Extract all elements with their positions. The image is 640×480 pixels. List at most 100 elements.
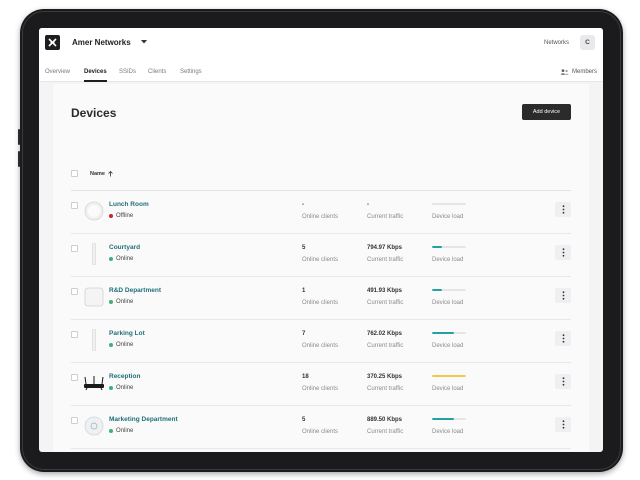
row-checkbox[interactable]	[71, 417, 78, 424]
current-traffic-value: 762.02 Kbps	[367, 331, 403, 337]
status-label: Online	[116, 342, 134, 348]
more-options-button[interactable]	[555, 374, 571, 389]
device-load-fill	[432, 418, 455, 420]
tablet-side-button	[18, 129, 20, 145]
device-name-link[interactable]: Reception	[109, 373, 140, 380]
status-badge: Offline	[109, 213, 133, 219]
device-load-bar	[432, 246, 466, 248]
organization-name[interactable]: Amer Networks	[72, 38, 131, 47]
more-options-button[interactable]	[555, 417, 571, 432]
device-load-label: Device load	[432, 257, 464, 263]
status-label: Online	[116, 299, 134, 305]
ceiling-access-point-icon	[83, 415, 105, 437]
table-row[interactable]: R&D Department Online 1 Online clients 491.9…	[71, 277, 571, 320]
networks-link[interactable]: Networks	[544, 40, 569, 46]
online-clients-label: Online clients	[302, 257, 339, 263]
tablet-frame: Amer Networks Networks C Overview Device…	[18, 9, 623, 472]
status-badge: Online	[109, 385, 133, 391]
tab-bar: Overview Devices SSIDs Clients Settings …	[39, 64, 603, 82]
online-clients-value: 18	[302, 374, 309, 380]
table-row[interactable]: Parking Lot Online 7 Online clients 762.02 K…	[71, 320, 571, 363]
members-icon	[560, 69, 569, 75]
members-link[interactable]: Members	[560, 69, 597, 75]
tab-overview[interactable]: Overview	[45, 69, 70, 75]
online-clients-label: Online clients	[302, 386, 339, 392]
user-avatar[interactable]: C	[580, 35, 595, 50]
device-load-label: Device load	[432, 343, 464, 349]
current-traffic-value: 794.97 Kbps	[367, 245, 403, 251]
select-all-checkbox[interactable]	[71, 170, 78, 177]
top-bar: Amer Networks Networks C	[39, 28, 603, 64]
more-vertical-icon	[562, 291, 564, 300]
status-badge: Online	[109, 299, 133, 305]
table-row[interactable]: Marketing Department Online 5 Online client…	[71, 406, 571, 449]
status-dot	[109, 300, 113, 304]
status-dot	[109, 214, 113, 218]
device-load-fill	[432, 332, 455, 334]
tab-settings[interactable]: Settings	[180, 69, 202, 75]
row-checkbox[interactable]	[71, 202, 78, 209]
name-column-label: Name	[90, 171, 105, 177]
table-row[interactable]: Courtyard Online 5 Online clients 794.97 Kbp…	[71, 234, 571, 277]
table-row[interactable]: Reception Online 18 Online clients 370.25 Kb…	[71, 363, 571, 406]
tab-ssids[interactable]: SSIDs	[119, 69, 136, 75]
online-clients-label: Online clients	[302, 214, 339, 220]
round-access-point-icon	[83, 200, 105, 222]
tab-clients[interactable]: Clients	[148, 69, 166, 75]
status-dot	[109, 257, 113, 261]
status-dot	[109, 429, 113, 433]
row-checkbox[interactable]	[71, 245, 78, 252]
current-traffic-value: 889.50 Kbps	[367, 417, 403, 423]
row-checkbox[interactable]	[71, 288, 78, 295]
device-load-label: Device load	[432, 300, 464, 306]
device-load-label: Device load	[432, 386, 464, 392]
device-load-fill	[432, 246, 443, 248]
row-checkbox[interactable]	[71, 374, 78, 381]
outdoor-access-point-icon	[83, 242, 105, 266]
chevron-down-icon[interactable]	[141, 40, 147, 44]
current-traffic-label: Current traffic	[367, 300, 404, 306]
online-clients-value: 7	[302, 331, 306, 337]
device-load-label: Device load	[432, 214, 464, 220]
more-options-button[interactable]	[555, 331, 571, 346]
app-logo-icon[interactable]	[45, 35, 60, 50]
device-load-fill	[432, 375, 466, 377]
status-dot	[109, 386, 113, 390]
device-name-link[interactable]: Parking Lot	[109, 330, 145, 337]
more-vertical-icon	[562, 334, 564, 343]
more-options-button[interactable]	[555, 288, 571, 303]
table-row[interactable]: Lunch Room Offline - Online clients - Current…	[71, 191, 571, 234]
device-load-fill	[432, 289, 443, 291]
current-traffic-label: Current traffic	[367, 343, 404, 349]
current-traffic-value: -	[367, 202, 369, 208]
more-vertical-icon	[562, 205, 564, 214]
online-clients-value: -	[302, 202, 304, 208]
status-badge: Online	[109, 428, 133, 434]
more-options-button[interactable]	[555, 202, 571, 217]
table-row[interactable]: Support centerOnline9Online clients506.4…	[71, 449, 571, 452]
online-clients-value: 5	[302, 245, 306, 251]
more-vertical-icon	[562, 377, 564, 386]
device-load-bar	[432, 375, 466, 377]
device-name-link[interactable]: Lunch Room	[109, 201, 149, 208]
device-load-bar	[432, 332, 466, 334]
device-name-link[interactable]: Marketing Department	[109, 416, 178, 423]
current-traffic-value: 491.93 Kbps	[367, 288, 403, 294]
sort-ascending-icon	[108, 171, 113, 177]
app-screen: Amer Networks Networks C Overview Device…	[39, 28, 603, 452]
online-clients-value: 5	[302, 417, 306, 423]
current-traffic-value: 370.25 Kbps	[367, 374, 403, 380]
current-traffic-label: Current traffic	[367, 214, 404, 220]
row-checkbox[interactable]	[71, 331, 78, 338]
device-name-link[interactable]: Courtyard	[109, 244, 140, 251]
status-badge: Online	[109, 342, 133, 348]
outdoor-access-point-icon	[83, 328, 105, 352]
status-badge: Online	[109, 256, 133, 262]
add-device-button[interactable]: Add device	[522, 104, 571, 120]
online-clients-label: Online clients	[302, 300, 339, 306]
name-column-header[interactable]: Name	[90, 171, 113, 177]
devices-panel: Devices Add device Name Lunch Room Offlin…	[53, 84, 589, 452]
tab-devices[interactable]: Devices	[84, 69, 107, 75]
device-name-link[interactable]: R&D Department	[109, 287, 161, 294]
more-options-button[interactable]	[555, 245, 571, 260]
